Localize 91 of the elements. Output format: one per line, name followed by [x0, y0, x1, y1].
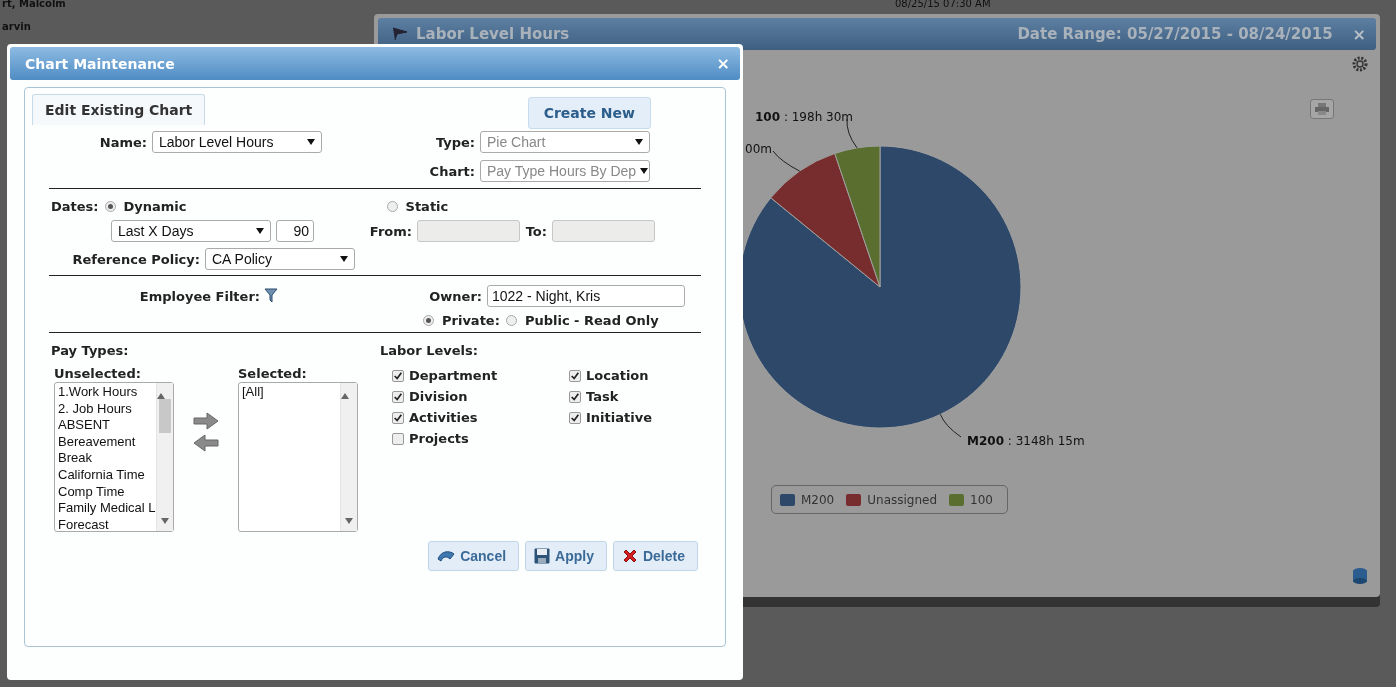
field-label: Owner:	[428, 288, 483, 304]
checkbox[interactable]	[569, 390, 581, 403]
scroll-down-icon[interactable]	[161, 518, 169, 524]
legend-label: M200	[801, 492, 835, 507]
list-item[interactable]: [All]	[242, 384, 337, 401]
field-label: Name:	[98, 134, 148, 150]
cross-icon	[621, 548, 638, 564]
days-input[interactable]: 90	[276, 220, 314, 242]
dropdown[interactable]: CA Policy	[205, 248, 355, 270]
field-label: Reference Policy:	[71, 251, 201, 267]
scroll-up-icon[interactable]	[157, 393, 165, 399]
apply-button[interactable]: Apply	[525, 541, 607, 571]
database-icon[interactable]	[1352, 567, 1368, 585]
scroll-up-icon[interactable]	[341, 393, 349, 399]
unselected-list[interactable]: 1.Work Hours 2. Job Hours ABSENT Bereavement Break California Time Comp Time Family Medical L Forecast	[54, 382, 174, 532]
field-label: Employee Filter:	[138, 288, 261, 304]
checkbox-label: Activities	[409, 410, 478, 425]
list-item[interactable]: 1.Work Hours	[58, 384, 153, 401]
dropdown-caret-icon	[307, 139, 315, 145]
checkbox-label: Division	[409, 389, 468, 404]
radio-button[interactable]	[505, 315, 517, 326]
left-arrow-icon[interactable]	[193, 434, 219, 452]
list-item[interactable]: Comp Time	[58, 483, 153, 501]
table-cell-text: arvin	[1, 20, 31, 34]
legend-label: Unassigned	[867, 492, 938, 507]
scrollbar-thumb[interactable]	[159, 399, 171, 433]
scroll-down-icon[interactable]	[345, 518, 353, 524]
radio-label: Dynamic	[123, 199, 187, 214]
list-item[interactable]: Forecast	[58, 516, 153, 531]
dropdown[interactable]: Last X Days	[111, 220, 271, 242]
list-item[interactable]: Break	[58, 450, 153, 467]
checkbox[interactable]	[392, 432, 404, 445]
owner-input[interactable]: 1022 - Night, Kris	[487, 285, 685, 307]
radio-button[interactable]	[386, 201, 398, 212]
list-item[interactable]: ABSENT	[58, 417, 153, 434]
checkbox-label: Projects	[409, 431, 469, 446]
delete-button[interactable]: Delete	[612, 541, 698, 571]
window-title: Labor Level Hours	[416, 25, 570, 43]
section-label: Labor Levels:	[380, 343, 479, 358]
list-label: Unselected:	[54, 366, 142, 381]
field-label: Dates:	[51, 199, 99, 214]
table-cell-text: 08/25/15 07:30 AM	[895, 0, 992, 8]
filter-icon[interactable]	[264, 288, 278, 304]
slice-label: 00m	[745, 142, 772, 156]
radio-label: Static	[405, 199, 449, 214]
checkbox[interactable]	[392, 411, 404, 424]
printer-icon	[1315, 103, 1329, 115]
slice-label: 100 : 198h 30m	[755, 110, 854, 124]
dropdown-caret-icon	[635, 139, 643, 145]
radio-button[interactable]	[104, 201, 116, 212]
field-label: Chart:	[428, 163, 476, 179]
scrollbar[interactable]	[156, 383, 173, 531]
list-item[interactable]: Bereavement	[58, 433, 153, 451]
dialog-title: Chart Maintenance	[25, 55, 175, 72]
list-item[interactable]: 2. Job Hours	[58, 400, 153, 418]
dropdown-caret-icon	[340, 256, 348, 262]
cancel-button[interactable]: Cancel	[428, 541, 520, 571]
field-label: Type:	[434, 134, 476, 150]
date-range: Date Range: 05/27/2015 - 08/24/2015	[1017, 25, 1333, 43]
checkbox-label: Department	[409, 368, 498, 383]
checkbox[interactable]	[392, 369, 404, 382]
list-label: Selected:	[238, 366, 308, 381]
section-label: Pay Types:	[51, 343, 130, 358]
checkbox[interactable]	[569, 369, 581, 382]
list-item[interactable]: California Time	[58, 466, 153, 484]
radio-button[interactable]	[423, 315, 434, 326]
checkbox-label: Initiative	[586, 410, 652, 425]
field-label: To:	[524, 223, 548, 239]
selected-list[interactable]: [All]	[238, 382, 358, 532]
settings-icon[interactable]	[1352, 56, 1368, 72]
list-item[interactable]: Family Medical L	[58, 500, 153, 517]
checkbox-label: Location	[586, 368, 649, 383]
leader-line	[939, 413, 962, 438]
right-arrow-icon[interactable]	[193, 412, 219, 430]
field-label: From:	[368, 223, 413, 239]
tab[interactable]: Edit Existing Chart	[32, 94, 206, 125]
dropdown[interactable]: Labor Level Hours	[152, 131, 322, 153]
radio-label: Public - Read Only	[524, 313, 659, 328]
checkbox[interactable]	[569, 411, 581, 424]
dropdown-caret-icon	[640, 168, 649, 174]
flag-icon	[392, 27, 408, 41]
checkbox[interactable]	[392, 390, 404, 403]
scrollbar[interactable]	[340, 383, 357, 531]
table-cell-text: rt, Malcolm	[1, 0, 66, 8]
create-new-button[interactable]: Create New	[527, 97, 651, 129]
slice-label: M200 : 3148h 15m	[967, 434, 1085, 448]
leader-line	[772, 150, 801, 172]
radio-label: Private:	[442, 313, 500, 328]
checkbox-label: Task	[586, 389, 619, 404]
dropdown-caret-icon	[256, 228, 264, 234]
legend-label: 100	[970, 492, 993, 507]
